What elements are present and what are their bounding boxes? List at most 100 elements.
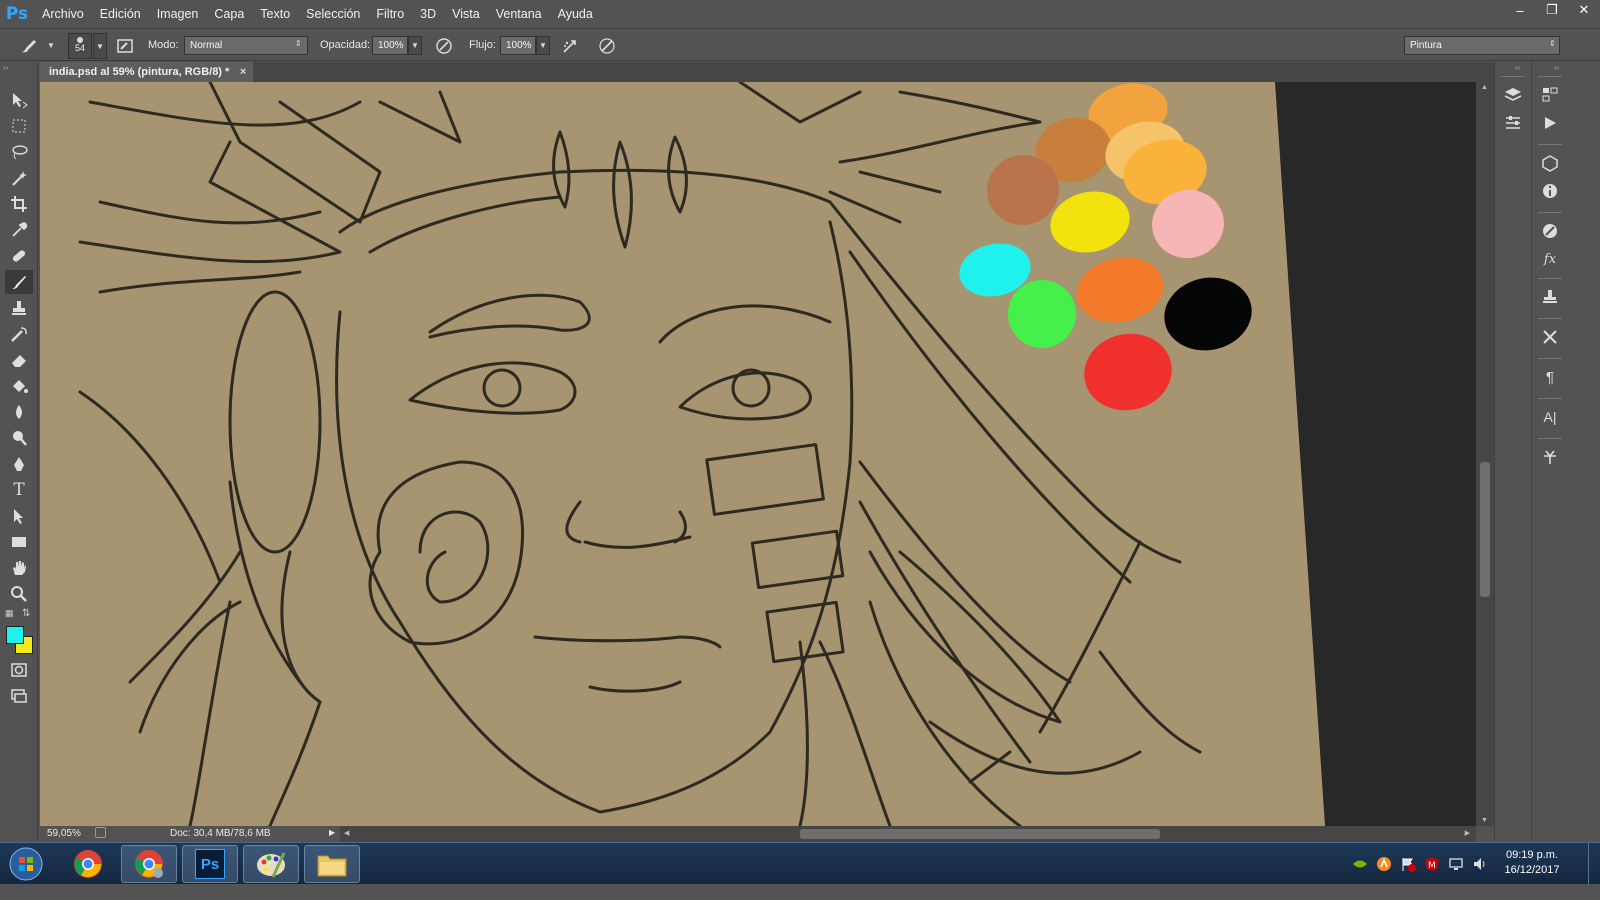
brush-settings-icon[interactable] (1536, 444, 1564, 470)
blur-tool-icon[interactable] (5, 400, 33, 424)
dodge-tool-icon[interactable] (5, 426, 33, 450)
mcafee-tray-icon[interactable]: M (1424, 856, 1440, 872)
chrome-profile-taskbar-icon[interactable] (121, 845, 177, 883)
default-colors-icon[interactable]: ▦ (5, 608, 14, 619)
brush-size-picker[interactable]: 54 (68, 33, 92, 59)
show-desktop-button[interactable] (1588, 843, 1600, 885)
path-selection-tool-icon[interactable] (5, 504, 33, 528)
crop-tool-icon[interactable] (5, 192, 33, 216)
workspace-select[interactable]: Pintura (1404, 36, 1560, 55)
chevron-down-icon[interactable]: ▼ (44, 36, 58, 55)
collapse-icon[interactable]: ›› (3, 63, 8, 72)
quick-mask-icon[interactable] (5, 658, 33, 682)
restore-icon[interactable]: ❐ (1536, 0, 1568, 20)
scroll-right-icon[interactable]: ▶ (1465, 829, 1470, 837)
menu-vista[interactable]: Vista (444, 0, 488, 28)
status-export-icon[interactable] (95, 827, 106, 838)
brush-tool-preset-icon[interactable] (18, 35, 40, 57)
swap-colors-icon[interactable]: ⇅ (22, 608, 30, 619)
actions-play-icon[interactable] (1536, 110, 1564, 136)
move-tool-icon[interactable] (5, 88, 33, 112)
layers-icon[interactable] (1499, 82, 1527, 108)
menu-seleccion[interactable]: Selección (298, 0, 368, 28)
minimize-icon[interactable]: – (1504, 0, 1536, 20)
healing-brush-tool-icon[interactable] (5, 244, 33, 268)
type-tool-icon[interactable]: T (5, 478, 33, 502)
document-canvas[interactable] (40, 82, 1476, 826)
scroll-left-icon[interactable]: ◀ (344, 829, 349, 837)
close-window-icon[interactable]: ✕ (1568, 0, 1600, 20)
mode-select[interactable]: Normal (184, 36, 308, 55)
avast-tray-icon[interactable] (1376, 856, 1392, 872)
menu-bar: Ps Archivo Edición Imagen Capa Texto Sel… (0, 0, 1600, 28)
volume-tray-icon[interactable] (1472, 856, 1488, 872)
network-tray-icon[interactable] (1448, 856, 1464, 872)
scroll-down-icon[interactable]: ▼ (1481, 817, 1488, 824)
brush-presets-icon[interactable] (1536, 218, 1564, 244)
screen-mode-icon[interactable] (5, 684, 33, 708)
brush-tool-icon[interactable] (5, 270, 33, 294)
eyedropper-tool-icon[interactable] (5, 218, 33, 242)
nvidia-tray-icon[interactable] (1352, 856, 1368, 872)
character-icon[interactable]: A| (1536, 404, 1564, 430)
clone-stamp-tool-icon[interactable] (5, 296, 33, 320)
history-icon[interactable] (1536, 82, 1564, 108)
scroll-up-icon[interactable]: ▲ (1481, 84, 1488, 91)
status-menu-arrow-icon[interactable]: ▶ (329, 828, 335, 837)
paragraph-icon[interactable]: ¶ (1536, 364, 1564, 390)
foreground-color-swatch[interactable] (6, 626, 24, 644)
clone-source-icon[interactable] (1536, 284, 1564, 310)
history-brush-tool-icon[interactable] (5, 322, 33, 346)
horizontal-scroll-thumb[interactable] (800, 829, 1160, 839)
info-icon[interactable] (1536, 178, 1564, 204)
brush-panel-toggle-icon[interactable] (114, 35, 136, 57)
menu-ayuda[interactable]: Ayuda (550, 0, 601, 28)
zoom-tool-icon[interactable] (5, 582, 33, 606)
photoshop-taskbar-icon[interactable]: Ps (182, 845, 238, 883)
action-center-flag-icon[interactable] (1400, 856, 1416, 872)
pressure-size-icon[interactable] (596, 35, 618, 57)
document-tab[interactable]: india.psd al 59% (pintura, RGB/8) * × (40, 62, 254, 82)
menu-edicion[interactable]: Edición (92, 0, 149, 28)
rectangle-tool-icon[interactable] (5, 530, 33, 554)
close-tab-icon[interactable]: × (240, 62, 246, 82)
chevron-down-icon[interactable]: ▼ (408, 36, 422, 55)
styles-fx-icon[interactable]: fx (1536, 246, 1564, 272)
adjustments-icon[interactable] (1499, 110, 1527, 136)
menu-filtro[interactable]: Filtro (368, 0, 412, 28)
chevron-down-icon[interactable]: ▼ (536, 36, 550, 55)
windows-taskbar: Ps M 09:19 p.m. 16/12/2017 (0, 842, 1600, 885)
opacity-input[interactable]: 100% (372, 36, 408, 55)
pressure-opacity-icon[interactable] (433, 35, 455, 57)
lasso-tool-icon[interactable] (5, 140, 33, 164)
collapse-icon[interactable]: ‹‹ (1554, 63, 1559, 72)
paint-bucket-tool-icon[interactable] (5, 374, 33, 398)
system-clock[interactable]: 09:19 p.m. 16/12/2017 (1496, 848, 1568, 878)
menu-imagen[interactable]: Imagen (149, 0, 207, 28)
windows-start-icon[interactable] (2, 845, 50, 883)
3d-icon[interactable] (1536, 150, 1564, 176)
horizontal-scrollbar[interactable]: ◀ ▶ (340, 826, 1476, 842)
hand-tool-icon[interactable] (5, 556, 33, 580)
menu-texto[interactable]: Texto (252, 0, 298, 28)
chrome-taskbar-icon[interactable] (60, 845, 116, 883)
collapse-icon[interactable]: ‹‹ (1515, 63, 1520, 72)
explorer-taskbar-icon[interactable] (304, 845, 360, 883)
menu-3d[interactable]: 3D (412, 0, 444, 28)
zoom-level[interactable]: 59,05% (47, 828, 81, 839)
paint-taskbar-icon[interactable] (243, 845, 299, 883)
menu-capa[interactable]: Capa (206, 0, 252, 28)
canvas-area[interactable] (40, 82, 1476, 826)
tool-presets-icon[interactable] (1536, 324, 1564, 350)
magic-wand-tool-icon[interactable] (5, 166, 33, 190)
marquee-tool-icon[interactable] (5, 114, 33, 138)
vertical-scroll-thumb[interactable] (1480, 462, 1490, 597)
airbrush-icon[interactable] (560, 35, 582, 57)
eraser-tool-icon[interactable] (5, 348, 33, 372)
flow-input[interactable]: 100% (500, 36, 536, 55)
pen-tool-icon[interactable] (5, 452, 33, 476)
menu-archivo[interactable]: Archivo (34, 0, 92, 28)
menu-ventana[interactable]: Ventana (488, 0, 550, 28)
chevron-down-icon[interactable]: ▼ (93, 33, 107, 59)
vertical-scrollbar[interactable]: ▲ ▼ (1476, 82, 1494, 826)
